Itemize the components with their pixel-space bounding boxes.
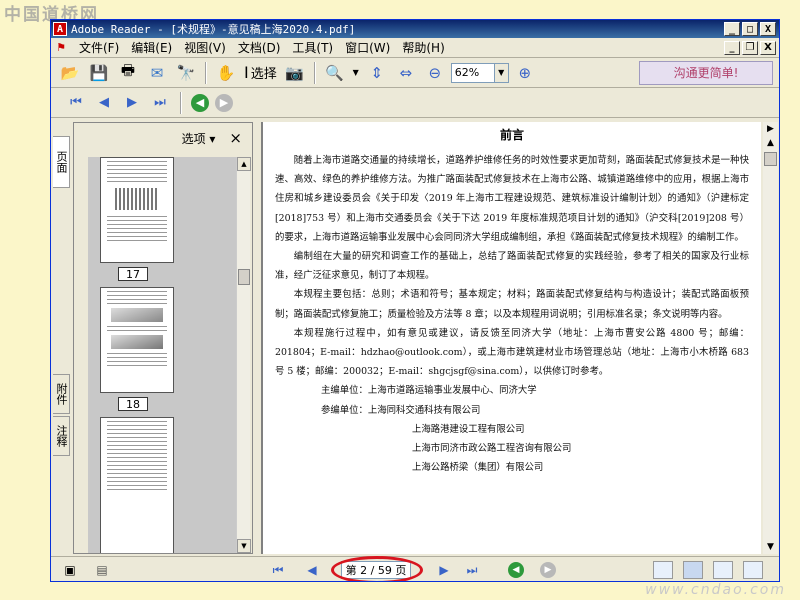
chevron-down-icon: ▼ xyxy=(493,63,508,82)
forward-view-icon[interactable]: ▶ xyxy=(215,93,233,112)
document-view: 前言 随着上海市道路交通量的持续增长，道路养护维修任务的时效性要求更加苛刻，路面… xyxy=(261,122,761,554)
status-back-view-icon[interactable]: ◀ xyxy=(507,561,525,579)
pdf-document-icon: ⚑ xyxy=(56,41,66,54)
minimize-button[interactable]: _ xyxy=(724,22,740,36)
status-bar: ▣ ▤ ⏮ ◀ 第 2 / 59 页 ▶ ⏭ ◀ ▶ xyxy=(51,556,779,581)
doc-restore-button[interactable]: ❐ xyxy=(742,40,758,55)
thumbnail-label-18: 18 xyxy=(118,397,148,411)
zoom-in-tool-icon[interactable]: 🔍 xyxy=(322,61,348,85)
close-button[interactable]: X xyxy=(760,22,776,36)
status-last-page-icon[interactable]: ⏭ xyxy=(463,561,481,579)
participant-1: 上海路港建设工程有限公司 xyxy=(412,423,525,435)
zoom-level-value: 62% xyxy=(454,66,480,79)
watermark-bottom-right: www.cndao.com xyxy=(645,582,786,598)
document-scroll-thumb[interactable] xyxy=(764,152,777,166)
zoom-dropdown-arrow-icon[interactable]: ▼ xyxy=(351,61,361,85)
pages-panel: 选项 ▾ × 17 18 ▲ ▼ xyxy=(73,122,253,554)
menu-edit[interactable]: 编辑(E) xyxy=(125,39,178,56)
maximize-button[interactable]: □ xyxy=(742,22,758,36)
window-title: Adobe Reader - [术规程》-意见稿上海2020.4.pdf] xyxy=(71,23,356,36)
status-next-page-icon[interactable]: ▶ xyxy=(435,561,453,579)
participant-2: 上海市同济市政公路工程咨询有限公司 xyxy=(412,443,572,455)
navigation-toolbar: ⏮ ◀ ▶ ⏭ ◀ ▶ xyxy=(51,88,779,118)
scroll-up-icon[interactable]: ▲ xyxy=(237,157,251,171)
fit-width-icon[interactable]: ⇔ xyxy=(393,61,419,85)
select-tool-label: 选择 xyxy=(250,67,277,82)
hand-tool-icon[interactable]: ✋ xyxy=(213,61,239,85)
facing-layout-icon[interactable] xyxy=(713,561,733,579)
menu-tools[interactable]: 工具(T) xyxy=(286,39,339,56)
document-scrollbar[interactable]: ▶ ▲ ▼ xyxy=(763,122,778,554)
scroll-up-icon[interactable]: ▲ xyxy=(763,136,778,150)
paragraph-2: 编制组在大量的研究和调查工作的基础上，总结了路面装配式修复的实践经验，参考了相关… xyxy=(275,251,749,282)
main-toolbar: 📂 💾 🖶 ✉ 🔭 ✋ I 选择 📷 🔍 ▼ ⇕ ⇔ ⊖ 62% ▼ ⊕ 沟通更… xyxy=(51,58,779,88)
zoom-level-select[interactable]: 62% ▼ xyxy=(450,62,509,83)
promo-banner[interactable]: 沟通更简单! xyxy=(639,60,773,85)
scroll-down-icon[interactable]: ▼ xyxy=(763,540,778,554)
paragraph-3: 本规程主要包括：总则；术语和符号；基本规定；材料；路面装配式修复结构与构造设计；… xyxy=(275,289,749,320)
highlight-circle xyxy=(331,556,423,581)
menu-document[interactable]: 文档(D) xyxy=(232,39,287,56)
scroll-down-icon[interactable]: ▼ xyxy=(237,539,251,553)
content-area: 页面 附件 注释 选项 ▾ × 17 18 ▲ ▼ 前言 随着上海市道路交通量的… xyxy=(51,120,779,555)
save-icon[interactable]: 💾 xyxy=(86,61,112,85)
close-panel-icon[interactable]: × xyxy=(229,129,242,147)
continuous-facing-layout-icon[interactable] xyxy=(743,561,763,579)
adobe-reader-window: A Adobe Reader - [术规程》-意见稿上海2020.4.pdf] … xyxy=(50,19,780,582)
status-forward-view-icon[interactable]: ▶ xyxy=(539,561,557,579)
single-page-layout-icon[interactable] xyxy=(653,561,673,579)
page-thumbnail-19[interactable] xyxy=(100,417,174,553)
fit-height-icon[interactable]: ⇕ xyxy=(364,61,390,85)
tab-pages[interactable]: 页面 xyxy=(53,136,70,188)
acrobat-logo-icon: A xyxy=(53,22,67,36)
chief-unit: 主编单位：上海市道路运输事业发展中心、同济大学 xyxy=(321,385,537,397)
pdf-page: 前言 随着上海市道路交通量的持续增长，道路养护维修任务的时效性要求更加苛刻，路面… xyxy=(263,122,761,554)
search-binoculars-icon[interactable]: 🔭 xyxy=(173,61,199,85)
status-first-page-icon[interactable]: ⏮ xyxy=(269,561,287,579)
email-icon[interactable]: ✉ xyxy=(144,61,170,85)
first-page-icon[interactable]: ⏮ xyxy=(65,92,87,114)
next-page-icon[interactable]: ▶ xyxy=(121,92,143,114)
doc-close-button[interactable]: X xyxy=(760,40,776,55)
page-thumbnail-18[interactable] xyxy=(100,287,174,393)
back-view-icon[interactable]: ◀ xyxy=(191,93,209,112)
scroll-thumb[interactable] xyxy=(238,269,250,285)
options-menu[interactable]: 选项 ▾ xyxy=(182,130,216,147)
thumbnail-scrollbar[interactable]: ▲ ▼ xyxy=(236,157,251,553)
zoom-in-icon[interactable]: ⊕ xyxy=(512,61,538,85)
paragraph-4: 本规程施行过程中，如有意见或建议，请反馈至同济大学（地址：上海市曹安公路 480… xyxy=(275,327,749,378)
title-bar: A Adobe Reader - [术规程》-意见稿上海2020.4.pdf] … xyxy=(51,20,779,38)
panel-collapse-icon[interactable]: ▤ xyxy=(93,561,111,579)
open-folder-icon[interactable]: 📂 xyxy=(57,61,83,85)
thumbnail-list: 17 18 xyxy=(88,157,236,553)
menu-bar: ⚑ 文件(F) 编辑(E) 视图(V) 文档(D) 工具(T) 窗口(W) 帮助… xyxy=(51,38,779,58)
tab-attachments[interactable]: 附件 xyxy=(53,374,70,414)
page-thumbnail-17[interactable] xyxy=(100,157,174,263)
participants-label: 参编单位：上海同科交通科技有限公司 xyxy=(321,404,481,416)
menu-view[interactable]: 视图(V) xyxy=(178,39,232,56)
zoom-out-icon[interactable]: ⊖ xyxy=(422,61,448,85)
tab-comments[interactable]: 注释 xyxy=(53,416,70,456)
text-cursor-icon: I xyxy=(244,63,249,82)
page-navigation-arrow-icon[interactable]: ▶ xyxy=(763,122,778,136)
print-icon[interactable]: 🖶 xyxy=(115,61,141,85)
status-previous-page-icon[interactable]: ◀ xyxy=(303,561,321,579)
side-tabs: 页面 附件 注释 xyxy=(51,120,71,555)
menu-window[interactable]: 窗口(W) xyxy=(339,39,396,56)
snapshot-camera-icon[interactable]: 📷 xyxy=(282,61,308,85)
menu-help[interactable]: 帮助(H) xyxy=(396,39,450,56)
doc-minimize-button[interactable]: _ xyxy=(724,40,740,55)
last-page-icon[interactable]: ⏭ xyxy=(149,92,171,114)
menu-file[interactable]: 文件(F) xyxy=(73,39,125,56)
continuous-layout-icon[interactable] xyxy=(683,561,703,579)
panel-toggle-icon[interactable]: ▣ xyxy=(61,561,79,579)
paragraph-1: 随着上海市道路交通量的持续增长，道路养护维修任务的时效性要求更加苛刻，路面装配式… xyxy=(275,155,749,243)
document-heading: 前言 xyxy=(499,128,524,142)
previous-page-icon[interactable]: ◀ xyxy=(93,92,115,114)
participant-3: 上海公路桥梁（集团）有限公司 xyxy=(412,462,544,474)
select-tool-button[interactable]: I 选择 xyxy=(242,63,279,82)
thumbnail-label-17: 17 xyxy=(118,267,148,281)
